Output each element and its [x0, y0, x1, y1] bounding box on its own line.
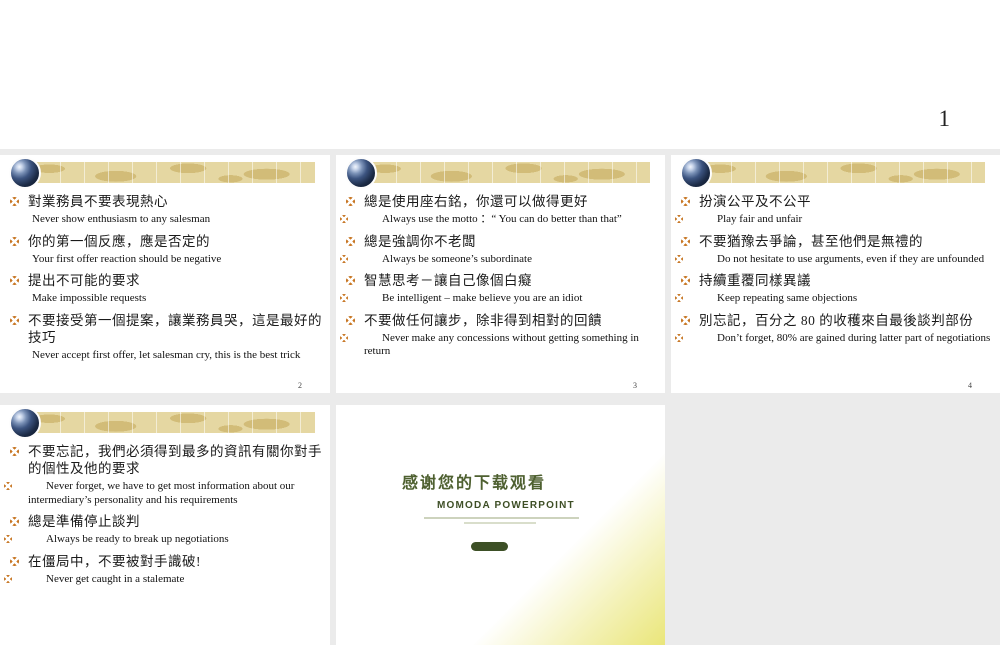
- bullet-text-zh: 不要做任何讓步，除非得到相對的回饋: [364, 312, 602, 328]
- bullet-text-en: Play fair and unfair: [717, 213, 803, 225]
- yellow-corner-gradient: [336, 405, 665, 645]
- list-item: 對業務員不要表現熱心 Never show enthusiasm to any …: [0, 193, 324, 227]
- bullet-text-zh: 不要忘記，我們必須得到最多的資訊有關你對手的個性及他的要求: [28, 444, 322, 476]
- bullet-text-en: Never accept first offer, let salesman c…: [32, 348, 301, 361]
- bullet-text-zh: 總是強調你不老闆: [364, 233, 476, 249]
- list-item: 總是準備停止談判 Always be ready to break up neg…: [0, 513, 324, 547]
- bullet-text-zh: 持續重覆同樣異議: [699, 273, 811, 288]
- clover-bullet-icon: [10, 315, 19, 325]
- bullet-text-zh: 總是準備停止談判: [28, 514, 140, 529]
- list-item: 智慧思考－讓自己像個白癡 Be intelligent – make belie…: [336, 272, 659, 306]
- list-item: 不要接受第一個提案，讓業務員哭，這是最好的技巧 Never accept fir…: [0, 312, 324, 363]
- list-item: 扮演公平及不公平 Play fair and unfair: [671, 193, 994, 227]
- bullet-text-zh: 總是使用座右銘，你還可以做得更好: [364, 194, 588, 209]
- slide-1-page-number: 1: [938, 106, 951, 131]
- clover-bullet-icon: [4, 482, 12, 490]
- slide-thumbnail-3[interactable]: 總是使用座右銘，你還可以做得更好 Always use the motto ：“…: [336, 155, 665, 393]
- bullet-text-zh: 對業務員不要表現熱心: [28, 194, 168, 209]
- clover-bullet-icon: [10, 276, 19, 285]
- slide-1-bottom-area: 1: [0, 0, 1000, 149]
- bullet-text-zh: 提出不可能的要求: [28, 273, 140, 288]
- clover-bullet-icon: [340, 333, 348, 342]
- clover-bullet-icon: [681, 315, 690, 325]
- slide-page-number: 3: [633, 381, 637, 390]
- clover-bullet-icon: [10, 236, 19, 246]
- clover-bullet-icon: [340, 294, 348, 302]
- slide-content: 不要忘記，我們必須得到最多的資訊有關你對手的個性及他的要求 Never forg…: [0, 441, 324, 586]
- slide-thumbnail-thanks[interactable]: 感谢您的下载观看 MOMODA POWERPOINT: [336, 405, 665, 645]
- bullet-text-en: Always be ready to break up negotiations: [46, 533, 229, 545]
- bullet-text-en: Never forget, we have to get most inform…: [28, 480, 295, 506]
- bullet-text-zh: 別忘記，百分之 80 的收穫來自最後談判部份: [699, 312, 974, 328]
- world-map-banner: [349, 162, 650, 183]
- clover-bullet-icon: [346, 236, 355, 246]
- clover-bullet-icon: [10, 517, 19, 526]
- list-item: 總是強調你不老闆 Always be someone’s subordinate: [336, 233, 659, 267]
- clover-bullet-icon: [10, 197, 19, 206]
- thanks-subtitle: MOMODA POWERPOINT: [437, 500, 575, 511]
- bullet-text-zh: 不要接受第一個提案，讓業務員哭，這是最好的技巧: [28, 312, 322, 345]
- bullet-text-zh: 不要猶豫去爭論，甚至他們是無禮的: [699, 233, 923, 249]
- list-item: 不要忘記，我們必須得到最多的資訊有關你對手的個性及他的要求 Never forg…: [0, 443, 324, 507]
- slide-page-number: 2: [298, 381, 302, 390]
- list-item: 總是使用座右銘，你還可以做得更好 Always use the motto ：“…: [336, 193, 659, 227]
- bullet-text-en: Your first offer reaction should be nega…: [32, 252, 222, 265]
- bullet-text-en: Be intelligent – make believe you are an…: [382, 292, 583, 304]
- slide-content: 總是使用座右銘，你還可以做得更好 Always use the motto ：“…: [336, 191, 659, 359]
- bullet-text-zh: 你的第一個反應，應是否定的: [28, 233, 210, 249]
- list-item: 提出不可能的要求 Make impossible requests: [0, 272, 324, 306]
- list-item: 不要猶豫去爭論，甚至他們是無禮的 Do not hesitate to use …: [671, 233, 994, 267]
- clover-bullet-icon: [4, 535, 12, 543]
- slide-page-number: 4: [968, 381, 972, 390]
- clover-bullet-icon: [681, 276, 690, 285]
- slide-thumbnail-5[interactable]: 不要忘記，我們必須得到最多的資訊有關你對手的個性及他的要求 Never forg…: [0, 405, 330, 645]
- clover-bullet-icon: [675, 215, 683, 223]
- globe-icon: [9, 157, 41, 189]
- list-item: 別忘記，百分之 80 的收穫來自最後談判部份 Don’t forget, 80%…: [671, 312, 994, 346]
- clover-bullet-icon: [681, 197, 690, 206]
- bullet-text-en: Don’t forget, 80% are gained during latt…: [717, 331, 991, 344]
- bullet-text-en: Always be someone’s subordinate: [382, 252, 532, 265]
- list-item: 你的第一個反應，應是否定的 Your first offer reaction …: [0, 233, 324, 267]
- slide-content: 對業務員不要表現熱心 Never show enthusiasm to any …: [0, 191, 324, 362]
- world-map-banner: [13, 162, 315, 183]
- world-map-banner: [13, 412, 315, 433]
- clover-bullet-icon: [681, 236, 690, 246]
- clover-bullet-icon: [346, 276, 355, 285]
- slide-content: 扮演公平及不公平 Play fair and unfair 不要猶豫去爭論，甚至…: [671, 191, 994, 345]
- bullet-text-en: Never get caught in a stalemate: [46, 572, 185, 585]
- globe-icon: [345, 157, 377, 189]
- slide-thumbnail-4[interactable]: 扮演公平及不公平 Play fair and unfair 不要猶豫去爭論，甚至…: [671, 155, 1000, 393]
- bullet-text-en: Make impossible requests: [32, 292, 147, 304]
- bullet-text-zh: 在僵局中，不要被對手識破!: [28, 553, 201, 569]
- thanks-title: 感谢您的下载观看: [402, 475, 547, 492]
- green-pill-shape: [471, 542, 508, 551]
- bullet-text-en: Never show enthusiasm to any salesman: [32, 213, 211, 225]
- clover-bullet-icon: [675, 294, 683, 302]
- clover-bullet-icon: [340, 215, 348, 223]
- clover-bullet-icon: [340, 254, 348, 263]
- bullet-text-en: Always use the motto ：“ You can do bette…: [382, 213, 622, 225]
- list-item: 不要做任何讓步，除非得到相對的回饋 Never make any concess…: [336, 312, 659, 359]
- clover-bullet-icon: [10, 447, 19, 456]
- bullet-text-en: Keep repeating same objections: [717, 292, 858, 304]
- world-map-banner: [684, 162, 985, 183]
- clover-bullet-icon: [346, 197, 355, 206]
- slide-thumbnail-2[interactable]: 對業務員不要表現熱心 Never show enthusiasm to any …: [0, 155, 330, 393]
- fine-print-line-1: [424, 517, 579, 519]
- bullet-text-en: Do not hesitate to use arguments, even i…: [717, 252, 985, 265]
- clover-bullet-icon: [675, 254, 683, 263]
- clover-bullet-icon: [4, 574, 12, 583]
- globe-icon: [9, 407, 41, 439]
- bullet-text-en: Never make any concessions without getti…: [364, 331, 639, 358]
- bullet-text-zh: 扮演公平及不公平: [699, 194, 811, 209]
- clover-bullet-icon: [10, 556, 19, 566]
- clover-bullet-icon: [346, 315, 355, 325]
- fine-print-line-2: [464, 522, 536, 524]
- list-item: 在僵局中，不要被對手識破! Never get caught in a stal…: [0, 553, 324, 587]
- bullet-text-zh: 智慧思考－讓自己像個白癡: [364, 273, 532, 288]
- list-item: 持續重覆同樣異議 Keep repeating same objections: [671, 272, 994, 306]
- globe-icon: [680, 157, 712, 189]
- clover-bullet-icon: [675, 333, 683, 342]
